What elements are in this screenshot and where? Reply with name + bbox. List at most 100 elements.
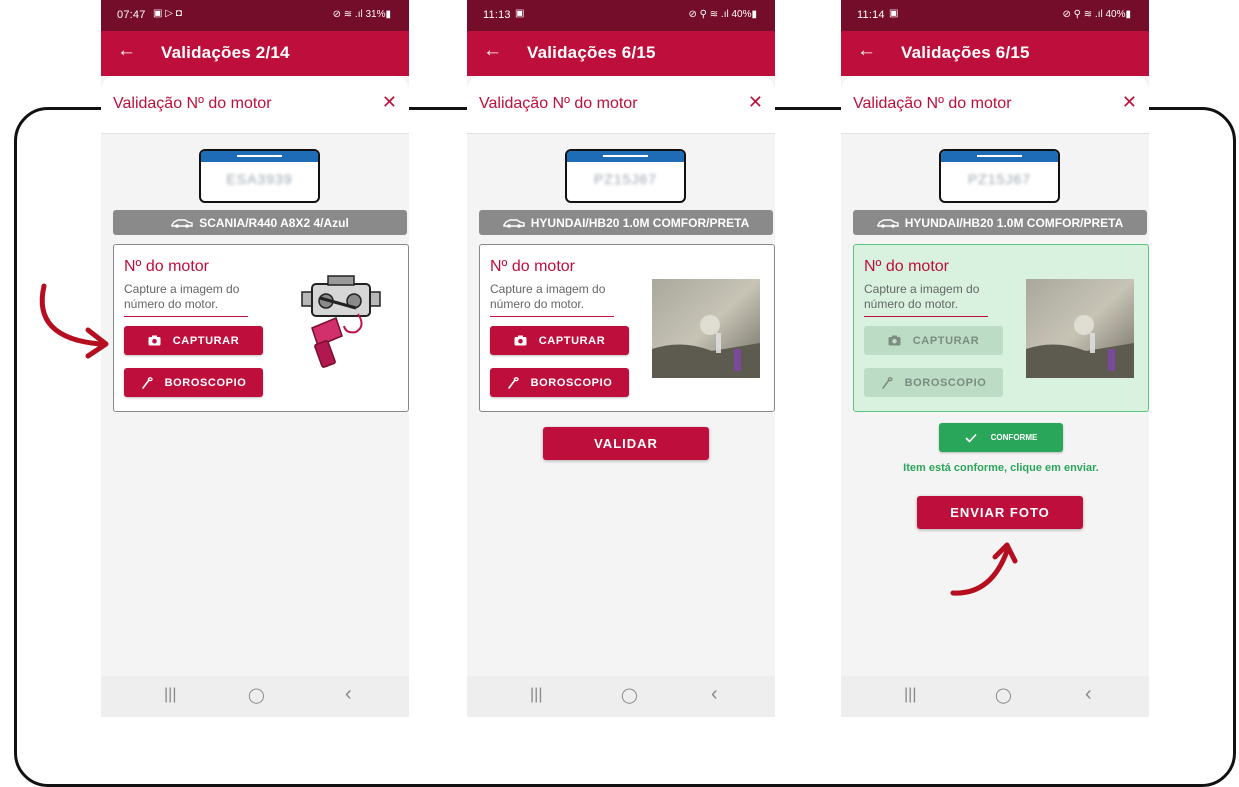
boroscope-button[interactable]: BOROSCOPIO bbox=[490, 368, 629, 397]
curved-arrow-icon bbox=[39, 283, 109, 359]
car-icon bbox=[877, 218, 899, 228]
close-icon[interactable]: ✕ bbox=[1122, 92, 1137, 113]
vehicle-model: HYUNDAI/HB20 1.0M COMFOR/PRETA bbox=[530, 215, 750, 230]
back-arrow-icon[interactable]: ← bbox=[857, 41, 876, 60]
page-title: Validações 6/15 bbox=[901, 43, 1030, 62]
sheet-header: Validação Nº do motor ✕ bbox=[101, 76, 409, 134]
system-nav-bar: ||| ◯ ‹ bbox=[841, 676, 1149, 717]
sheet-title: Validação Nº do motor bbox=[853, 95, 1012, 112]
card-title: Nº do motor bbox=[490, 258, 575, 275]
vehicle-info-bar: HYUNDAI/HB20 1.0M COMFOR/PRETA bbox=[479, 210, 773, 235]
home-icon[interactable]: ◯ bbox=[621, 686, 638, 704]
check-icon bbox=[965, 433, 977, 443]
boroscope-probe-icon bbox=[881, 376, 893, 389]
capture-button[interactable]: CAPTURAR bbox=[124, 326, 263, 355]
card-title: Nº do motor bbox=[864, 258, 949, 275]
conform-message: Item está conforme, clique em enviar. bbox=[903, 462, 1099, 474]
close-icon[interactable]: ✕ bbox=[382, 92, 397, 113]
engine-number-card: Nº do motor Capture a imagem do número d… bbox=[479, 244, 775, 412]
engine-boroscope-illustration bbox=[301, 275, 381, 368]
conform-button[interactable]: CONFORME bbox=[939, 423, 1063, 452]
engine-photo-thumbnail[interactable] bbox=[652, 279, 760, 378]
validate-button[interactable]: VALIDAR bbox=[543, 427, 709, 460]
conform-label: CONFORME bbox=[990, 433, 1038, 442]
plate-number: PZ15J67 bbox=[967, 171, 1032, 187]
camera-icon bbox=[514, 335, 527, 346]
card-description: Capture a imagem do número do motor. bbox=[490, 282, 614, 317]
status-time: 07:47 bbox=[117, 9, 146, 21]
capture-button[interactable]: CAPTURAR bbox=[864, 326, 1003, 355]
system-back-icon[interactable]: ‹ bbox=[1085, 683, 1092, 706]
engine-number-card: Nº do motor Capture a imagem do número d… bbox=[113, 244, 409, 412]
boroscope-label: BOROSCOPIO bbox=[904, 376, 987, 389]
home-icon[interactable]: ◯ bbox=[995, 686, 1012, 704]
capture-button[interactable]: CAPTURAR bbox=[490, 326, 629, 355]
sheet-title: Validação Nº do motor bbox=[479, 95, 638, 112]
capture-label: CAPTURAR bbox=[538, 334, 606, 347]
system-back-icon[interactable]: ‹ bbox=[711, 683, 718, 706]
vehicle-model: HYUNDAI/HB20 1.0M COMFOR/PRETA bbox=[904, 215, 1124, 230]
capture-label: CAPTURAR bbox=[912, 334, 980, 347]
system-nav-bar: ||| ◯ ‹ bbox=[101, 676, 409, 717]
status-time: 11:14 bbox=[857, 9, 885, 21]
card-description: Capture a imagem do número do motor. bbox=[124, 282, 248, 317]
plate-header-strip bbox=[201, 151, 318, 162]
card-title: Nº do motor bbox=[124, 258, 209, 275]
notification-icons: ▣ bbox=[889, 8, 899, 19]
boroscope-probe-icon bbox=[141, 376, 153, 389]
status-bar: 11:14 ▣ ⊘ ⚲ ≋ .ıl 40%▮ bbox=[841, 0, 1149, 31]
system-nav-bar: ||| ◯ ‹ bbox=[467, 676, 775, 717]
page-title: Validações 2/14 bbox=[161, 43, 290, 62]
back-arrow-icon[interactable]: ← bbox=[483, 41, 502, 60]
notification-icons: ▣ ▷ ◘ bbox=[153, 8, 182, 19]
system-back-icon[interactable]: ‹ bbox=[345, 683, 352, 706]
status-bar: 11:13 ▣ ⊘ ⚲ ≋ .ıl 40%▮ bbox=[467, 0, 775, 31]
plate-number: ESA3939 bbox=[226, 171, 293, 187]
status-bar: 07:47 ▣ ▷ ◘ ⊘ ≋ .ıl 31%▮ bbox=[101, 0, 409, 31]
phone-screen-1: 07:47 ▣ ▷ ◘ ⊘ ≋ .ıl 31%▮ ← Validações 2/… bbox=[101, 0, 409, 717]
boroscope-label: BOROSCOPIO bbox=[530, 376, 613, 389]
app-bar: ← Validações 6/15 bbox=[841, 31, 1149, 76]
curved-arrow-icon bbox=[950, 542, 1018, 596]
validation-sheet: Validação Nº do motor ✕ PZ15J67 HYUNDAI/… bbox=[467, 76, 775, 676]
boroscope-button[interactable]: BOROSCOPIO bbox=[124, 368, 263, 397]
back-arrow-icon[interactable]: ← bbox=[117, 41, 136, 60]
license-plate: ESA3939 bbox=[199, 149, 320, 203]
status-indicators: ⊘ ⚲ ≋ .ıl 40%▮ bbox=[688, 9, 758, 20]
status-indicators: ⊘ ⚲ ≋ .ıl 40%▮ bbox=[1062, 9, 1132, 20]
sheet-header: Validação Nº do motor ✕ bbox=[467, 76, 775, 134]
phone-screen-3: 11:14 ▣ ⊘ ⚲ ≋ .ıl 40%▮ ← Validações 6/15… bbox=[841, 0, 1149, 717]
vehicle-info-bar: HYUNDAI/HB20 1.0M COMFOR/PRETA bbox=[853, 210, 1147, 235]
vehicle-info-bar: SCANIA/R440 A8X2 4/Azul bbox=[113, 210, 407, 235]
vehicle-model: SCANIA/R440 A8X2 4/Azul bbox=[199, 215, 349, 230]
notification-icons: ▣ bbox=[515, 8, 525, 19]
boroscope-label: BOROSCOPIO bbox=[164, 376, 247, 389]
car-icon bbox=[171, 218, 193, 228]
home-icon[interactable]: ◯ bbox=[248, 686, 265, 704]
engine-number-card: Nº do motor Capture a imagem do número d… bbox=[853, 244, 1149, 412]
plate-header-strip bbox=[941, 151, 1058, 162]
plate-header-strip bbox=[567, 151, 684, 162]
camera-icon bbox=[148, 335, 161, 346]
app-bar: ← Validações 6/15 bbox=[467, 31, 775, 76]
camera-icon bbox=[888, 335, 901, 346]
plate-number: PZ15J67 bbox=[593, 171, 658, 187]
sheet-title: Validação Nº do motor bbox=[113, 95, 272, 112]
car-icon bbox=[503, 218, 525, 228]
validation-sheet: Validação Nº do motor ✕ ESA3939 SCANIA/R… bbox=[101, 76, 409, 676]
boroscope-probe-icon bbox=[507, 376, 519, 389]
license-plate: PZ15J67 bbox=[939, 149, 1060, 203]
phone-screen-2: 11:13 ▣ ⊘ ⚲ ≋ .ıl 40%▮ ← Validações 6/15… bbox=[467, 0, 775, 717]
close-icon[interactable]: ✕ bbox=[748, 92, 763, 113]
sheet-header: Validação Nº do motor ✕ bbox=[841, 76, 1149, 134]
capture-label: CAPTURAR bbox=[172, 334, 240, 347]
app-bar: ← Validações 2/14 bbox=[101, 31, 409, 76]
engine-photo-thumbnail[interactable] bbox=[1026, 279, 1134, 378]
recent-apps-icon[interactable]: ||| bbox=[164, 686, 176, 704]
boroscope-button[interactable]: BOROSCOPIO bbox=[864, 368, 1003, 397]
send-photo-button[interactable]: ENVIAR FOTO bbox=[917, 496, 1083, 529]
status-indicators: ⊘ ≋ .ıl 31%▮ bbox=[332, 9, 391, 20]
recent-apps-icon[interactable]: ||| bbox=[530, 686, 542, 704]
recent-apps-icon[interactable]: ||| bbox=[904, 686, 916, 704]
card-description: Capture a imagem do número do motor. bbox=[864, 282, 988, 317]
